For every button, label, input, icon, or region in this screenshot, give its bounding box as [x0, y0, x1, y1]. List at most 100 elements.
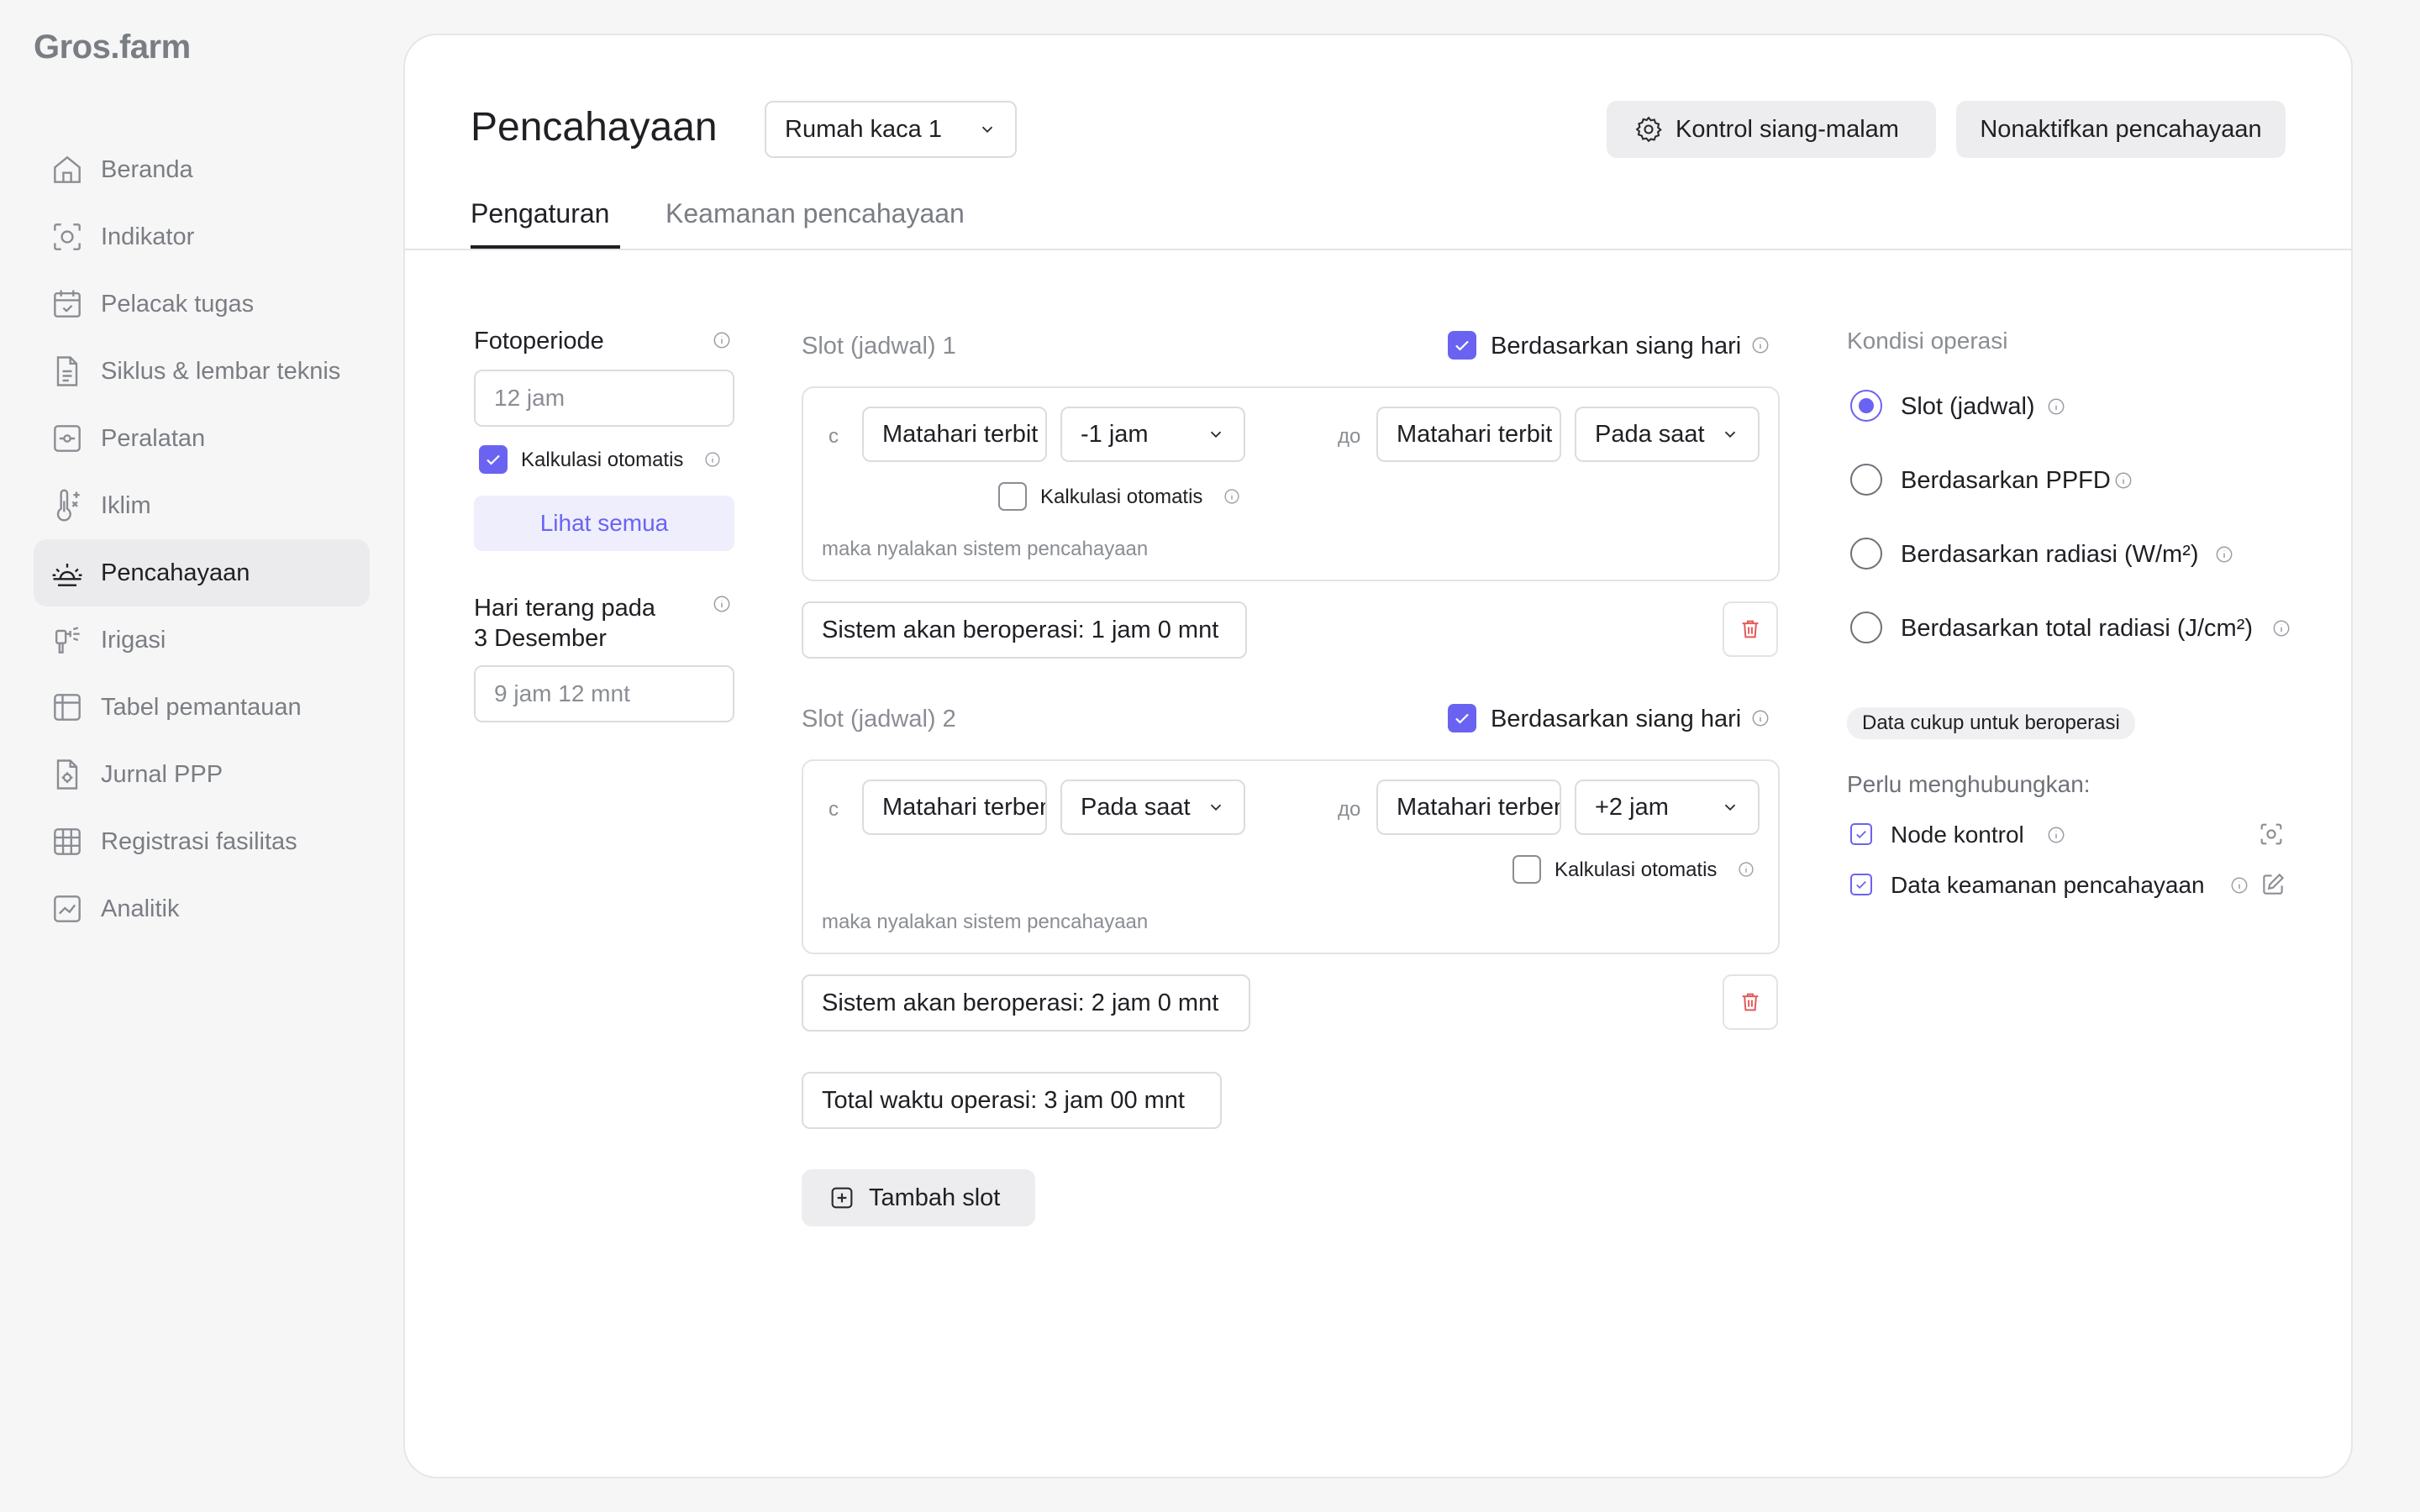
disable-lighting-label: Nonaktifkan pencahayaan: [1980, 115, 2262, 143]
info-icon[interactable]: [2047, 397, 2065, 416]
info-icon[interactable]: [2272, 619, 2291, 638]
info-icon[interactable]: [1751, 336, 1770, 354]
to-offset-value: +2 jam: [1595, 793, 1669, 821]
equipment-icon: [49, 420, 86, 457]
photoperiod-input[interactable]: 12 jam: [474, 370, 734, 427]
radio-ppfd[interactable]: [1850, 464, 1882, 496]
thermometer-icon: [49, 487, 86, 524]
from-offset-select[interactable]: Pada saat: [1060, 780, 1245, 835]
chevron-down-icon: [978, 120, 997, 139]
check-icon: [487, 454, 500, 465]
delete-slot-button[interactable]: [1723, 974, 1778, 1030]
info-icon[interactable]: [2230, 876, 2249, 895]
total-operation-time-text: Total waktu operasi: 3 jam 00 mnt: [822, 1086, 1185, 1114]
operation-conditions-title: Kondisi operasi: [1847, 328, 2008, 354]
radio-slot-schedule[interactable]: [1850, 390, 1882, 422]
slot-daylight-based-checkbox[interactable]: [1448, 331, 1476, 360]
disable-lighting-button[interactable]: Nonaktifkan pencahayaan: [1956, 101, 2286, 158]
slot-note: maka nyalakan sistem pencahayaan: [822, 538, 1149, 560]
info-icon[interactable]: [713, 595, 731, 613]
info-icon[interactable]: [1738, 861, 1754, 878]
sidebar-item-label: Analitik: [101, 895, 180, 922]
chevron-down-icon: [1721, 425, 1739, 444]
slot-runtime: Sistem akan beroperasi: 1 jam 0 mnt: [802, 601, 1247, 659]
sidebar-item-tabel-pemantauan[interactable]: Tabel pemantauan: [34, 674, 370, 741]
radio-label: Berdasarkan total radiasi (J/cm²): [1901, 615, 2254, 642]
sidebar-item-siklus[interactable]: Siklus & lembar teknis: [34, 338, 370, 405]
edit-icon[interactable]: [2259, 870, 2287, 899]
from-event-select[interactable]: Matahari terben: [862, 780, 1047, 835]
sidebar-item-label: Jurnal PPP: [101, 760, 224, 788]
data-status-text: Data cukup untuk beroperasi: [1862, 711, 2120, 734]
to-offset-select[interactable]: +2 jam: [1575, 780, 1760, 835]
tab-pengaturan[interactable]: Pengaturan: [471, 198, 609, 229]
to-offset-select[interactable]: Pada saat: [1575, 407, 1760, 462]
greenhouse-select[interactable]: Rumah kaca 1: [765, 101, 1017, 158]
radio-total-radiation[interactable]: [1850, 612, 1882, 643]
from-event-value: Matahari terben: [882, 793, 1045, 821]
radio-radiation[interactable]: [1850, 538, 1882, 570]
data-status-badge: Data cukup untuk beroperasi: [1847, 707, 2135, 739]
connect-safety-data-checkbox[interactable]: [1850, 874, 1872, 895]
trash-icon: [1742, 993, 1759, 1011]
see-all-button[interactable]: Lihat semua: [474, 496, 734, 551]
app-logo[interactable]: Gros.farm: [34, 29, 191, 66]
info-icon[interactable]: [1223, 488, 1240, 505]
sidebar-item-label: Irigasi: [101, 626, 166, 654]
sidebar-item-pencahayaan[interactable]: Pencahayaan: [34, 539, 370, 606]
sidebar-item-pelacak-tugas[interactable]: Pelacak tugas: [34, 270, 370, 338]
to-prefix: до: [1338, 798, 1361, 821]
sidebar-item-indikator[interactable]: Indikator: [34, 203, 370, 270]
slot-auto-calc-checkbox[interactable]: [1512, 855, 1541, 884]
sidebar-item-registrasi-fasilitas[interactable]: Registrasi fasilitas: [34, 808, 370, 875]
info-icon[interactable]: [1751, 709, 1770, 727]
info-icon[interactable]: [704, 451, 721, 468]
tabs-divider: [405, 249, 2351, 250]
scan-icon[interactable]: [2257, 820, 2286, 848]
sidebar-item-label: Pelacak tugas: [101, 290, 255, 318]
analytics-icon: [49, 890, 86, 927]
slot-daylight-based-label: Berdasarkan siang hari: [1491, 706, 1742, 732]
info-icon[interactable]: [713, 331, 731, 349]
to-offset-value: Pada saat: [1595, 420, 1705, 448]
grid-icon: [49, 823, 86, 860]
daylight-input[interactable]: 9 jam 12 mnt: [474, 665, 734, 722]
sidebar-item-label: Pencahayaan: [101, 559, 250, 586]
info-icon[interactable]: [2114, 471, 2133, 490]
slot-daylight-based-checkbox[interactable]: [1448, 704, 1476, 732]
from-event-value: Matahari terbit: [882, 420, 1039, 448]
slot-title: Slot (jadwal) 2: [802, 706, 956, 732]
sidebar-item-label: Peralatan: [101, 424, 206, 452]
tab-keamanan-pencahayaan[interactable]: Keamanan pencahayaan: [666, 198, 965, 229]
sunrise-icon: [49, 554, 86, 591]
slot-auto-calc-label: Kalkulasi otomatis: [1040, 486, 1203, 508]
page-title: Pencahayaan: [471, 105, 718, 150]
greenhouse-select-value: Rumah kaca 1: [785, 115, 942, 143]
sidebar-item-label: Indikator: [101, 223, 195, 250]
slot-auto-calc-checkbox[interactable]: [998, 482, 1027, 511]
add-slot-label: Tambah slot: [869, 1184, 1001, 1211]
add-slot-button[interactable]: Tambah slot: [802, 1169, 1035, 1226]
home-icon: [49, 151, 86, 188]
sidebar-item-iklim[interactable]: Iklim: [34, 472, 370, 539]
sidebar-item-beranda[interactable]: Beranda: [34, 136, 370, 203]
sidebar-item-irigasi[interactable]: Irigasi: [34, 606, 370, 674]
sidebar-item-jurnal-ppp[interactable]: Jurnal PPP: [34, 741, 370, 808]
photoperiod-auto-calc-checkbox[interactable]: [479, 445, 508, 474]
sidebar-item-label: Tabel pemantauan: [101, 693, 302, 721]
daylight-placeholder: 9 jam 12 mnt: [494, 680, 630, 706]
to-event-select[interactable]: Matahari terben: [1376, 780, 1561, 835]
to-event-select[interactable]: Matahari terbit: [1376, 407, 1561, 462]
from-offset-select[interactable]: -1 jam: [1060, 407, 1245, 462]
sprinkler-icon: [49, 622, 86, 659]
sidebar-item-peralatan[interactable]: Peralatan: [34, 405, 370, 472]
day-night-control-button[interactable]: Kontrol siang-malam: [1607, 101, 1936, 158]
sidebar-item-label: Siklus & lembar teknis: [101, 357, 341, 385]
info-icon[interactable]: [2047, 826, 2065, 844]
from-event-select[interactable]: Matahari terbit: [862, 407, 1047, 462]
delete-slot-button[interactable]: [1723, 601, 1778, 657]
info-icon[interactable]: [2215, 545, 2233, 564]
from-prefix: с: [829, 425, 839, 448]
connect-node-checkbox[interactable]: [1850, 823, 1872, 845]
sidebar-item-analitik[interactable]: Analitik: [34, 875, 370, 942]
